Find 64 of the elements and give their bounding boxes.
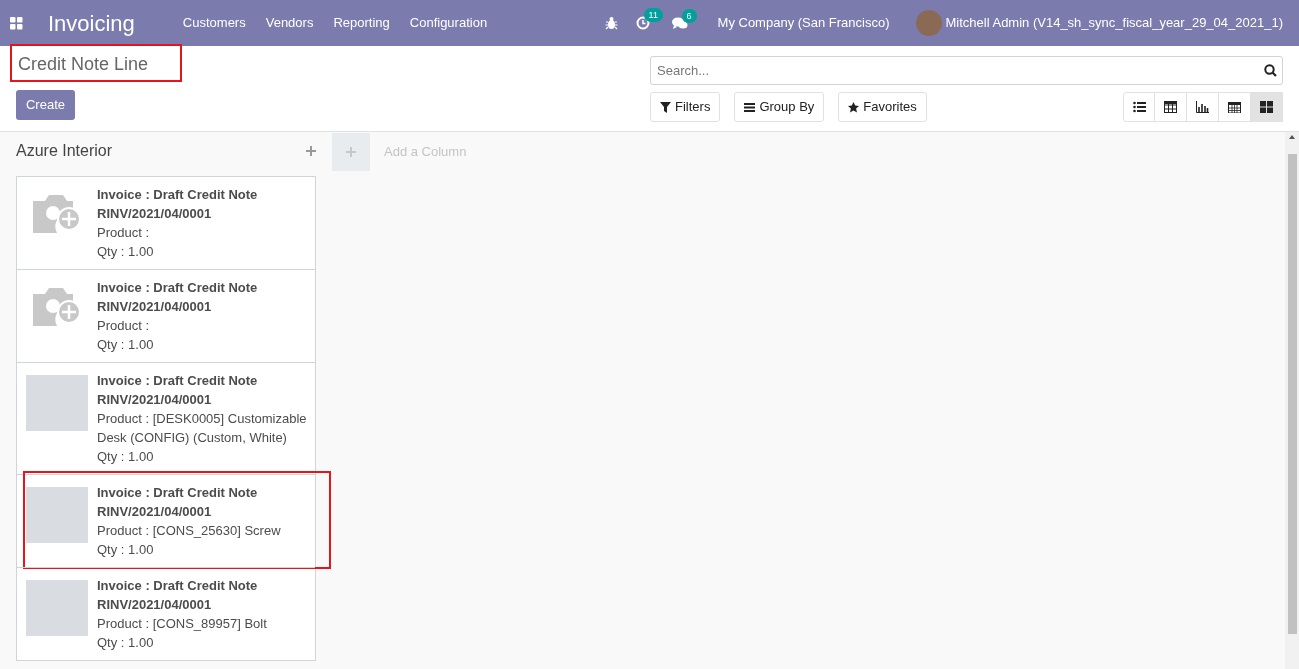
table-icon [1164,101,1177,113]
card-title: Invoice : Draft Credit Note [97,577,259,595]
card-title: Invoice : Draft Credit Note [97,279,258,297]
invoice-reference: RINV/2021/04/0001 [97,503,213,521]
user-menu[interactable]: Mitchell Admin (V14_sh_sync_fiscal_year_29_04_2021_1) [945,13,1283,33]
photo-placeholder [26,580,88,636]
quantity-text: Qty : 1.00 [97,448,155,466]
filter-button[interactable]: Group By [734,92,825,122]
add-card-plus-icon[interactable] [306,145,316,156]
view-switch-button[interactable] [1155,92,1187,122]
kanban-card[interactable]: Invoice : Draft Credit Note RINV/2021/04/0001 Product : [CONS_89957] Bolt Qty : 1.00 [17,568,315,660]
kanban-card[interactable]: Invoice : Draft Credit Note RINV/2021/04/0001 Product : [CONS_25630] Screw Qty : 1.00 [17,475,315,567]
product-text: Product : [97,224,151,242]
kanban-card[interactable]: Invoice : Draft Credit Note RINV/2021/04/0001 Product : Qty : 1.00 [17,177,315,269]
filter-button[interactable]: Filters [650,92,721,122]
view-switch-button[interactable] [1251,92,1283,122]
product-text: Product : [DESK0005] Customizable Desk (CONFIG) (Custom, White) [97,410,308,447]
grid-icon [1260,101,1273,113]
star-icon [848,101,860,113]
card-title: Invoice : Draft Credit Note [97,484,259,502]
message-count-badge: 6 [681,8,697,23]
product-text: Product : [CONS_25630] Screw [97,522,281,540]
photo-placeholder [26,487,88,543]
quantity-text: Qty : 1.00 [97,634,155,652]
menu-item[interactable]: Customers [182,13,246,33]
scrollbar[interactable] [1285,132,1299,669]
product-text: Product : [97,317,151,335]
activity-count-badge: 11 [643,8,663,22]
invoice-reference: RINV/2021/04/0001 [97,298,213,316]
page-title: Credit Note Line [18,53,149,76]
clock-icon[interactable] [635,16,650,30]
column-title: Azure Interior [16,140,113,161]
quantity-text: Qty : 1.00 [97,243,155,261]
invoice-reference: RINV/2021/04/0001 [97,596,213,614]
menu-item[interactable]: Vendors [265,13,314,33]
calendar-icon [1228,101,1241,113]
kanban-card[interactable]: Invoice : Draft Credit Note RINV/2021/04/0001 Product : [DESK0005] Customizable Desk (CONFIG) (Custom, White) Qty : 1.00 [17,363,315,474]
company-switcher[interactable]: My Company (San Francisco) [717,13,890,33]
quantity-text: Qty : 1.00 [97,336,155,354]
create-button[interactable]: Create [16,90,75,120]
photo-placeholder [26,375,88,431]
search-icon[interactable] [1264,64,1277,77]
invoice-reference: RINV/2021/04/0001 [97,205,213,223]
app-title: Invoicing [48,9,135,38]
filter-button[interactable]: Favorites [838,92,927,122]
bug-icon[interactable] [604,16,618,30]
bar-chart-icon [1196,101,1209,113]
search-field[interactable]: Search... [650,56,1283,85]
menu-item[interactable]: Reporting [333,13,390,33]
list-icon [1132,101,1146,113]
invoice-reference: RINV/2021/04/0001 [97,391,213,409]
quantity-text: Qty : 1.00 [97,541,155,559]
scrollbar-thumb[interactable] [1287,154,1297,634]
product-text: Product : [CONS_89957] Bolt [97,615,267,633]
scroll-up-arrow-icon[interactable] [1288,134,1296,140]
view-switch-button[interactable] [1219,92,1251,122]
menu-item[interactable]: Configuration [409,13,488,33]
view-switch-button[interactable] [1123,92,1155,122]
filter-icon [660,101,671,113]
card-title: Invoice : Draft Credit Note [97,186,258,204]
card-title: Invoice : Draft Credit Note [97,372,259,390]
view-switch-button[interactable] [1187,92,1219,122]
kanban-card[interactable]: Invoice : Draft Credit Note RINV/2021/04/0001 Product : Qty : 1.00 [17,270,315,362]
list-icon [744,101,756,113]
